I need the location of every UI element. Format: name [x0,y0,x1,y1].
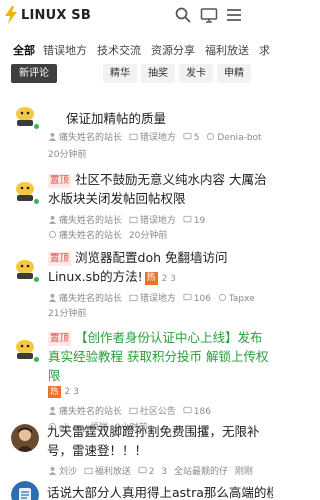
site-header: LINUX SB [0,0,278,32]
topic-title-text[interactable]: 浏览器配置doh 免翻墙访问Linux.sb的方法! [48,250,228,284]
topic-title[interactable]: 话说大部分人真用得上astra那么高端的楼 [47,483,273,500]
topic-time: 刚刚 [234,467,253,477]
topic-author[interactable]: 痛失姓名的站长 [59,133,122,143]
subtab-lottery[interactable]: 抽奖 [141,64,175,83]
topic-author[interactable]: 刘沙 [59,467,77,477]
topic-title[interactable]: 保证加精帖的质量 [66,109,292,128]
user-icon [48,466,57,475]
hot-badge: 热 [48,386,61,398]
pinned-badge: 置顶 [48,332,72,346]
last-reply-icon [207,132,215,141]
tab-welfare[interactable]: 福利放送 [205,42,249,58]
topic-time: 20分钟前 [128,231,168,241]
reply-icon [183,293,192,301]
site-logo-text[interactable]: LINUX SB [21,8,91,23]
topic-title[interactable]: 九天雷霆双脚蹬孙割免费围攫，无限补号，雷速登！！！ [47,422,273,460]
online-status-dot [33,123,40,130]
reply-icon [183,215,192,223]
topic-category[interactable]: 社区公告 [140,407,176,417]
reply-icon [183,406,192,414]
logo-icon[interactable] [3,6,19,24]
user-icon [48,293,57,302]
topic-category[interactable]: 错误地方 [140,294,176,304]
folder-icon [129,216,138,224]
online-status-dot [33,198,40,205]
subtab-cards[interactable]: 发卡 [179,64,213,83]
user-icon [48,406,57,415]
subtab-new-comments[interactable]: 新评论 [11,64,57,83]
search-icon[interactable] [174,6,192,24]
subtab-featured[interactable]: 精华 [103,64,137,83]
tab-all[interactable]: 全部 [13,42,35,58]
topic-meta: 痛失姓名的站长 错误地方 5 Denia-bot [48,130,274,143]
tab-resources[interactable]: 资源分享 [151,42,195,58]
online-status-dot [33,276,40,283]
last-replier[interactable]: 痛失姓名的站长 [59,231,122,241]
topic-title-text[interactable]: 社区不鼓励无意义纯水内容 大厲治水版块关闭发帖回帖权限 [48,172,267,206]
avatar[interactable] [11,424,39,452]
user-icon [48,215,57,224]
topic-category[interactable]: 福利放送 [95,467,131,477]
subtab-apply-featured[interactable]: 申精 [217,64,251,83]
topic-title[interactable]: 置顶 社区不鼓励无意义纯水内容 大厲治水版块关闭发帖回帖权限 [48,170,274,208]
reply-count: 2 [148,467,155,477]
reply-icon [138,466,147,474]
topic-title-text[interactable]: 【创作者身份认证中心上线】发布真实经验教程 获取积分投币 解锁上传权限 [48,330,268,383]
last-replier[interactable]: 全站最靓的仔 [174,467,228,477]
category-tabs: 全部 错误地方 技术交流 资源分享 福利放送 求 [0,40,278,60]
hot-badge: 热 [144,272,158,285]
topic-category[interactable]: 错误地方 [140,133,176,143]
topic-extra: 2 3 [161,274,176,284]
topic-badges: 热2 3 [48,386,274,398]
topic-category[interactable]: 错误地方 [140,216,176,226]
last-replier[interactable]: Denia-bot [217,133,261,143]
avatar[interactable] [11,481,39,500]
reply-count: 186 [193,407,211,417]
topic-meta: 痛失姓名的站长 错误地方 19 [48,213,274,226]
topic-extra: 2 3 [64,387,79,397]
reply-count: 106 [193,294,211,304]
folder-icon [84,467,93,475]
folder-icon [129,133,138,141]
topic-extra: 3 [161,467,168,477]
reply-count: 5 [193,133,200,143]
topic-time: 21分钟前 [48,309,87,319]
topic-title[interactable]: 置顶 浏览器配置doh 免翻墙访问Linux.sb的方法! 热 2 3 [48,248,274,289]
topic-meta: 痛失姓名的站长 错误地方 106 Tapxe [48,291,274,304]
folder-icon [129,407,138,415]
last-replier[interactable]: Tapxe [229,294,255,304]
tab-errors[interactable]: 错误地方 [43,42,87,58]
tab-tech[interactable]: 技术交流 [97,42,141,58]
topic-meta: 痛失姓名的站长 社区公告 186 [48,404,274,417]
user-icon [48,132,57,141]
pinned-badge: 置顶 [48,252,72,266]
reply-count: 19 [193,216,206,226]
online-status-dot [33,356,40,363]
last-reply-icon [48,230,57,239]
topic-meta: 刘沙 福利放送 2 3 全站最靓的仔 刚刚 [48,464,274,477]
topic-author[interactable]: 痛失姓名的站长 [59,407,122,417]
folder-icon [129,294,138,302]
topic-author[interactable]: 痛失姓名的站长 [59,216,122,226]
topic-time: 20分钟前 [48,150,87,160]
topic-author[interactable]: 痛失姓名的站长 [59,294,122,304]
topic-title[interactable]: 置顶 【创作者身份认证中心上线】发布真实经验教程 获取积分投币 解锁上传权限 [48,328,274,385]
last-reply-icon [218,293,226,302]
menu-icon[interactable] [225,6,243,24]
sort-tabs: 新评论 精华 抽奖 发卡 申精 [0,64,278,84]
reply-icon [183,132,192,140]
topic-meta-line2: 痛失姓名的站长 20分钟前 [48,228,274,241]
pinned-badge: 置顶 [48,174,72,188]
monitor-icon[interactable] [200,6,218,24]
tab-request[interactable]: 求 [259,42,270,58]
